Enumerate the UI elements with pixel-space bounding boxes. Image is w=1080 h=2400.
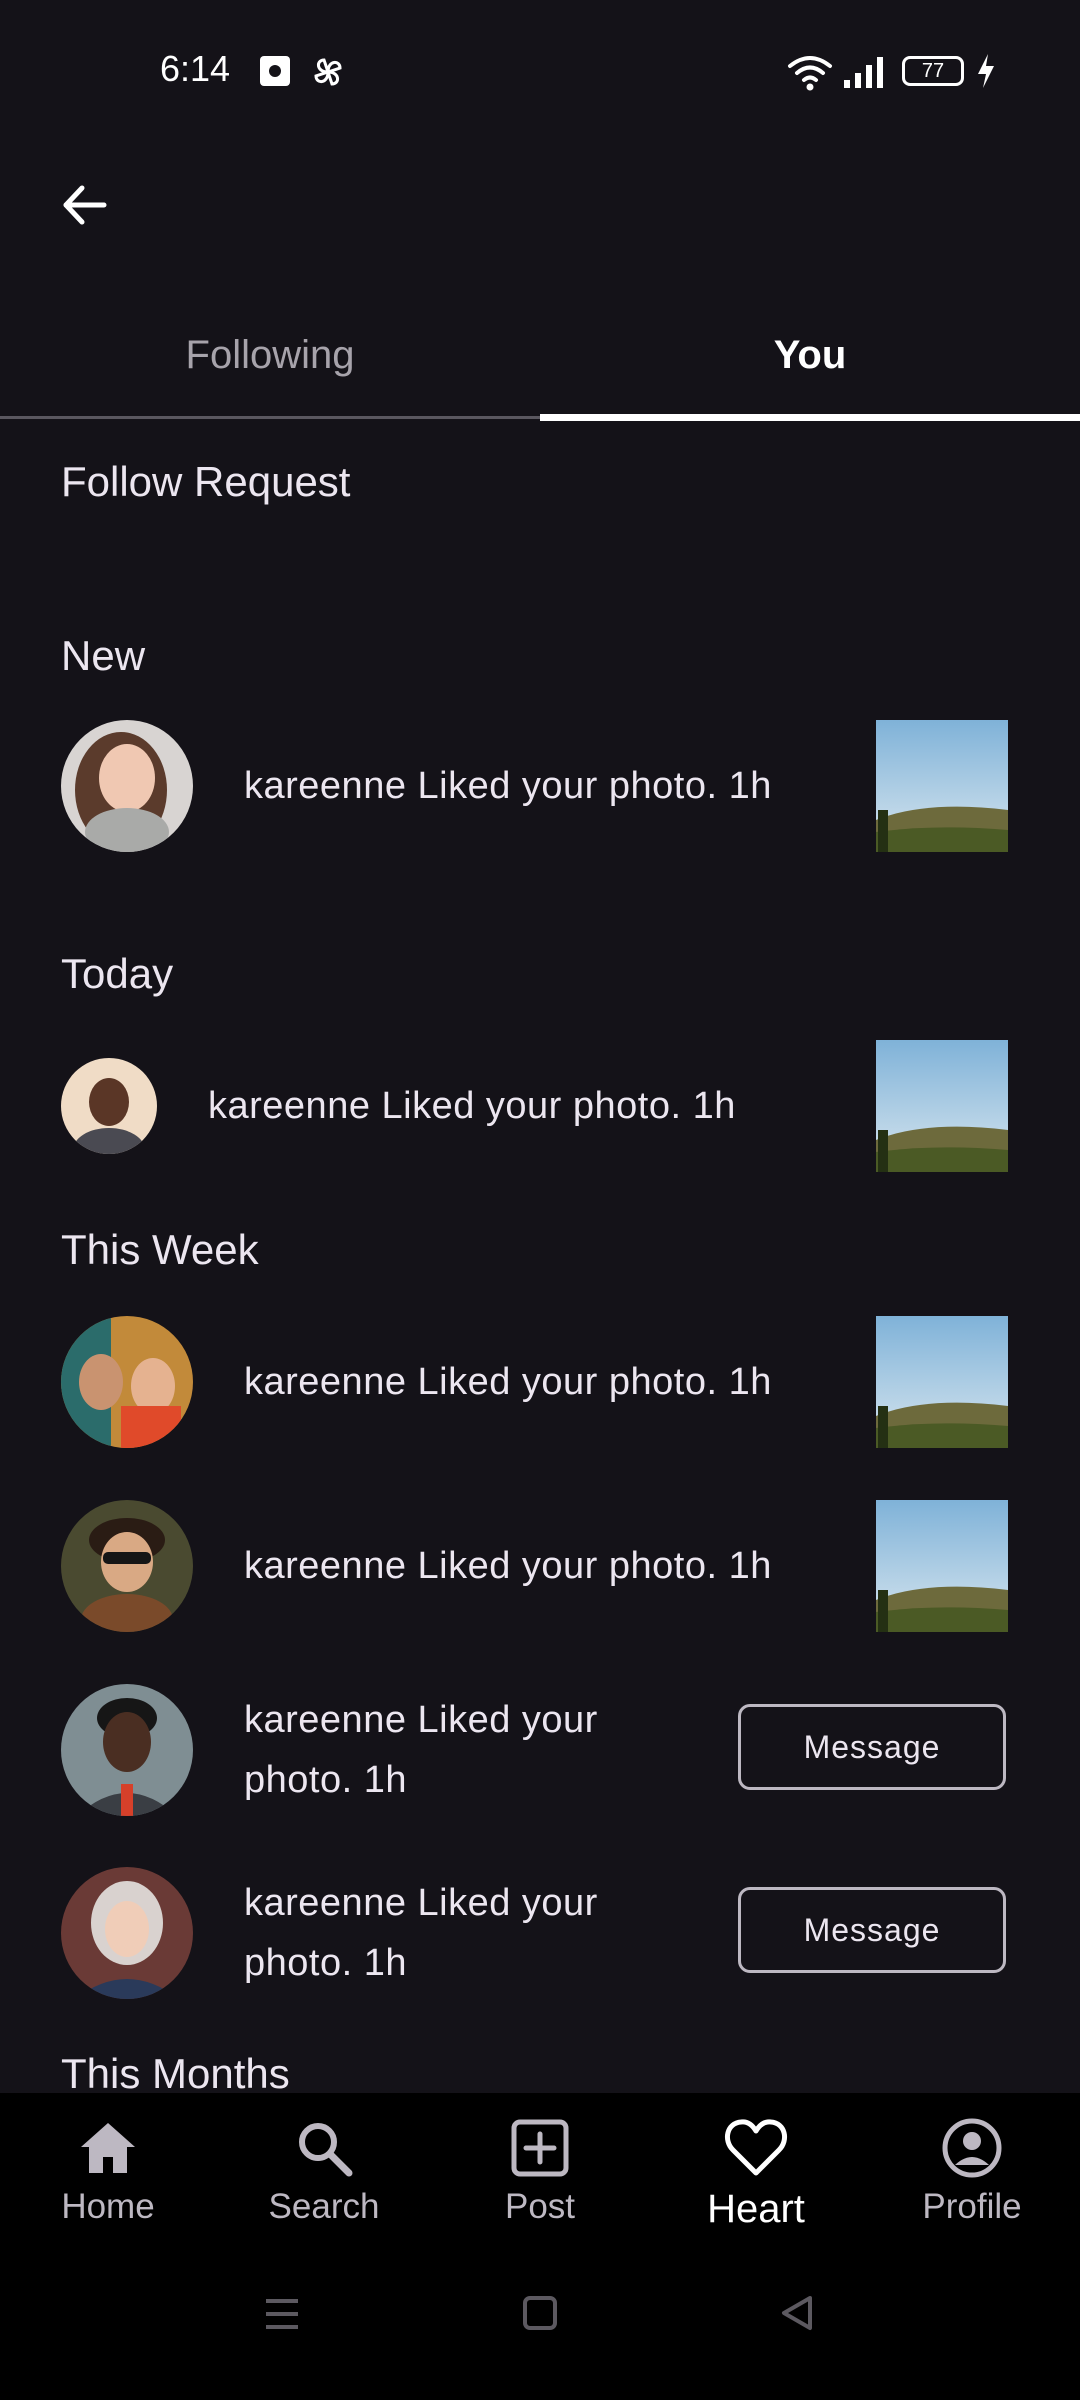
list-item[interactable]: kareenne Liked your photo. 1h Message [0,1867,1080,1999]
avatar[interactable] [61,1867,193,1999]
message-button[interactable]: Message [738,1887,1006,1973]
nav-home-label: Home [61,2187,155,2226]
pinwheel-icon [314,58,342,86]
notification-text: kareenne Liked your photo. 1h [244,765,772,807]
avatar[interactable] [61,1316,193,1448]
battery-icon: 77 [902,56,964,86]
search-icon [299,2123,353,2177]
nav-post[interactable]: Post [432,2117,648,2277]
top-app-bar [0,140,1080,250]
avatar[interactable] [61,1500,193,1632]
signal-icon [844,57,883,88]
home-button-icon[interactable] [520,2293,560,2333]
section-title-this-week: This Week [61,1226,259,1273]
status-time: 6:14 [160,48,231,89]
add-box-icon [511,2119,569,2177]
tab-bar: Following You [0,290,1080,420]
charging-icon [978,54,994,88]
arrow-back-icon [63,185,107,225]
nav-profile-label: Profile [922,2187,1022,2226]
nav-search[interactable]: Search [216,2117,432,2277]
avatar[interactable] [61,1058,157,1154]
tab-divider [0,416,540,419]
tab-you[interactable]: You [540,290,1080,420]
avatar[interactable] [61,1684,193,1816]
nav-heart-label: Heart [707,2187,805,2231]
menu-icon[interactable] [262,2295,302,2333]
back-button[interactable] [40,160,130,250]
list-item[interactable]: kareenne Liked your photo. 1h Message [0,1684,1080,1816]
notification-text: kareenne Liked your photo. 1h [244,1873,598,1993]
nav-search-label: Search [268,2187,380,2226]
notification-text: kareenne Liked your photo. 1h [208,1085,736,1127]
post-thumbnail[interactable] [876,1500,1008,1632]
nav-post-label: Post [504,2187,576,2226]
notification-text-line: kareenne Liked your [244,1882,598,1924]
notification-text: kareenne Liked your photo. 1h [244,1545,772,1587]
section-title-this-months: This Months [61,2050,290,2097]
heart-icon [724,2119,788,2176]
battery-level: 77 [921,59,945,82]
list-item[interactable]: kareenne Liked your photo. 1h [0,720,1080,852]
post-thumbnail[interactable] [876,720,1008,852]
nav-heart[interactable]: Heart [648,2117,864,2277]
post-thumbnail[interactable] [876,1040,1008,1172]
notification-text-line: photo. 1h [244,1759,407,1801]
tab-indicator [540,414,1080,421]
section-title-today: Today [61,950,174,997]
profile-icon [942,2118,1002,2178]
section-title-new: New [61,632,146,679]
notification-text: kareenne Liked your photo. 1h [244,1361,772,1403]
bottom-navigation: Home Search Post Heart Profile [0,2093,1080,2400]
status-bar: 6:14 77 [0,0,1080,140]
tab-following[interactable]: Following [0,290,540,420]
list-item[interactable]: kareenne Liked your photo. 1h [0,1316,1080,1448]
notification-text-line: photo. 1h [244,1942,407,1984]
message-button[interactable]: Message [738,1704,1006,1790]
list-item[interactable]: kareenne Liked your photo. 1h [0,1040,1080,1172]
nav-home[interactable]: Home [0,2117,216,2277]
nav-profile[interactable]: Profile [864,2117,1080,2277]
notification-text-line: kareenne Liked your [244,1699,598,1741]
post-thumbnail[interactable] [876,1316,1008,1448]
follow-request-link[interactable]: Follow Request [61,458,350,506]
list-item[interactable]: kareenne Liked your photo. 1h [0,1500,1080,1632]
back-triangle-icon[interactable] [778,2293,818,2333]
home-icon [81,2123,135,2173]
avatar[interactable] [61,720,193,852]
notification-icon [260,56,290,86]
wifi-icon [788,56,832,91]
notification-text: kareenne Liked your photo. 1h [244,1690,598,1810]
